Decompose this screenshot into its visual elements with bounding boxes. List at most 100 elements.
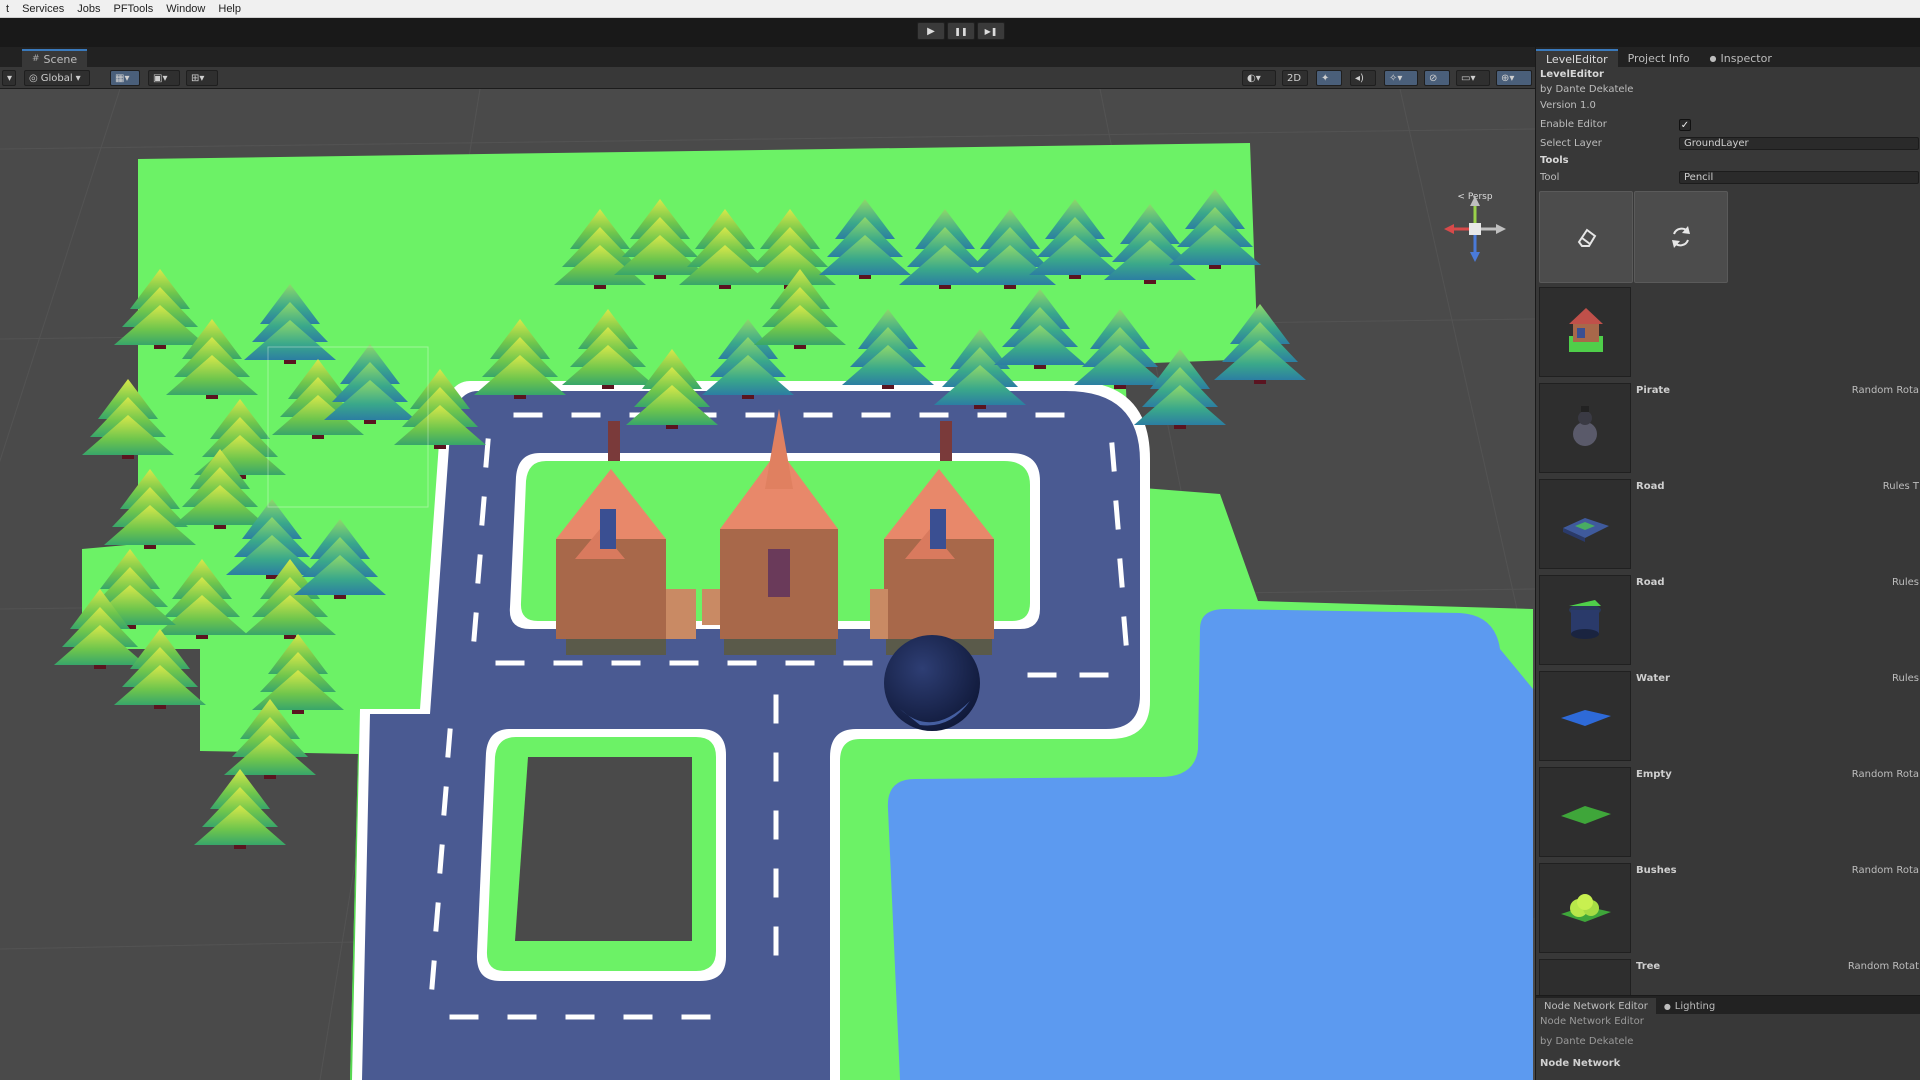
asset-name: Empty (1636, 769, 1672, 780)
asset-name: Road (1636, 481, 1665, 492)
asset-row-road-bin[interactable]: Road Rules (1536, 575, 1920, 671)
pause-icon: ❚❚ (954, 26, 968, 36)
node-network-tab-bar: Node Network Editor ● Lighting (1536, 996, 1920, 1014)
tool-dropdown[interactable]: Pencil (1679, 171, 1919, 184)
tool-dropdown-left[interactable]: ▾ (2, 70, 16, 86)
tab-project-info[interactable]: Project Info (1618, 49, 1700, 67)
camera-dropdown[interactable]: ▭▾ (1456, 70, 1490, 86)
audio-toggle-button[interactable]: ◂) (1350, 70, 1376, 86)
asset-name: Tree (1636, 961, 1661, 972)
play-icon: ▶ (927, 25, 935, 37)
square-hole (515, 757, 692, 941)
asset-thumb-water[interactable] (1539, 671, 1631, 761)
tab-inspector[interactable]: ● Inspector (1700, 49, 1782, 67)
enable-editor-label: Enable Editor (1540, 119, 1607, 130)
eraser-tool-button[interactable] (1539, 191, 1633, 283)
asset-thumb-road-bin[interactable] (1539, 575, 1631, 665)
node-network-author: by Dante Dekatele (1540, 1036, 1634, 1047)
scene-render (0, 89, 1535, 1080)
scene-icon: # (32, 54, 40, 64)
node-network-title: Node Network Editor (1540, 1016, 1644, 1027)
asset-thumb-bush[interactable] (1539, 863, 1631, 953)
menu-item-services[interactable]: Services (22, 3, 64, 15)
asset-option[interactable]: Random Rota (1852, 385, 1919, 396)
level-editor-panel: LevelEditor Project Info ● Inspector Lev… (1535, 47, 1920, 1027)
tab-level-editor[interactable]: LevelEditor (1536, 49, 1618, 67)
pivot-dropdown[interactable]: ◎ Global ▾ (24, 70, 90, 86)
tab-node-network-label: Node Network Editor (1544, 1000, 1648, 1012)
check-icon: ✓ (1680, 119, 1690, 131)
tab-lighting[interactable]: ● Lighting (1656, 998, 1723, 1014)
orientation-gizmo[interactable]: < Persp (1440, 192, 1510, 279)
asset-name: Water (1636, 673, 1670, 684)
asset-thumb-road-flat[interactable] (1539, 479, 1631, 569)
select-layer-label: Select Layer (1540, 138, 1602, 149)
chevron-down-icon: ▾ (75, 72, 81, 84)
scene-viewport[interactable]: < Persp (0, 89, 1535, 1080)
rotate-tool-button[interactable] (1634, 191, 1728, 283)
tab-scene-label: Scene (43, 52, 78, 66)
hidden-objects-button[interactable]: ⊘ (1424, 70, 1450, 86)
asset-option[interactable]: Rules (1892, 577, 1919, 588)
tool-label: Tool (1540, 172, 1560, 183)
node-network-panel: Node Network Editor ● Lighting Node Netw… (1535, 995, 1920, 1080)
effects-dropdown[interactable]: ✧▾ (1384, 70, 1418, 86)
tab-inspector-label: Inspector (1720, 51, 1772, 65)
tree (194, 769, 286, 849)
node-network-section: Node Network (1540, 1058, 1621, 1069)
rotate-icon (1672, 226, 1690, 248)
eraser-icon (1577, 228, 1597, 247)
editor-version: Version 1.0 (1540, 100, 1596, 111)
pirate-ball (884, 635, 980, 731)
tab-node-network-editor[interactable]: Node Network Editor (1536, 998, 1656, 1014)
asset-row-road-flat[interactable]: Road Rules T (1536, 479, 1920, 575)
grid-snap-button[interactable]: ▦▾ (110, 70, 140, 86)
asset-row-house[interactable] (1536, 287, 1920, 383)
asset-row-water[interactable]: Water Rules (1536, 671, 1920, 767)
asset-thumb-pirate[interactable] (1539, 383, 1631, 473)
asset-option[interactable]: Random Rota (1852, 865, 1919, 876)
lightbulb-icon: ● (1663, 1001, 1671, 1011)
tab-lighting-label: Lighting (1674, 1000, 1716, 1012)
menu-item-partial[interactable]: t (6, 3, 9, 15)
menu-bar: t Services Jobs PFTools Window Help (0, 0, 1920, 18)
select-layer-dropdown[interactable]: GroundLayer (1679, 137, 1919, 150)
2d-toggle-button[interactable]: 2D (1282, 70, 1308, 86)
inspector-tab-bar: LevelEditor Project Info ● Inspector (1536, 47, 1920, 67)
asset-row-bush[interactable]: Bushes Random Rota (1536, 863, 1920, 959)
play-button[interactable]: ▶ (917, 22, 945, 40)
editor-title: LevelEditor (1540, 69, 1604, 80)
asset-option[interactable]: Rules T (1883, 481, 1919, 492)
asset-name: Bushes (1636, 865, 1677, 876)
playback-controls: ▶ ❚❚ ▶❚ (917, 22, 1005, 40)
scene-tab-bar: # Scene (0, 47, 1535, 67)
asset-row-pirate[interactable]: Pirate Random Rota (1536, 383, 1920, 479)
gizmos-dropdown[interactable]: ⊕▾ (1496, 70, 1532, 86)
editor-author: by Dante Dekatele (1540, 84, 1634, 95)
enable-editor-checkbox[interactable]: ✓ (1679, 119, 1691, 131)
asset-option[interactable]: Random Rota (1852, 769, 1919, 780)
menu-item-help[interactable]: Help (218, 3, 241, 15)
info-icon: ● (1709, 53, 1717, 63)
menu-item-jobs[interactable]: Jobs (77, 3, 100, 15)
tools-header: Tools (1540, 155, 1569, 166)
pause-button[interactable]: ❚❚ (947, 22, 975, 40)
step-button[interactable]: ▶❚ (977, 22, 1005, 40)
asset-thumb-grass[interactable] (1539, 767, 1631, 857)
asset-palette: Pirate Random Rota Road Rules T Road Rul… (1536, 287, 1920, 1027)
menu-item-window[interactable]: Window (166, 3, 205, 15)
menu-item-pftools[interactable]: PFTools (114, 3, 154, 15)
snap-increment-button[interactable]: ▣▾ (148, 70, 180, 86)
asset-row-grass[interactable]: Empty Random Rota (1536, 767, 1920, 863)
asset-option[interactable]: Random Rotat (1848, 961, 1919, 972)
pivot-label: Global (40, 72, 73, 84)
tab-project-info-label: Project Info (1627, 51, 1690, 65)
asset-option[interactable]: Rules (1892, 673, 1919, 684)
grid-plane-button[interactable]: ⊞▾ (186, 70, 218, 86)
tab-scene[interactable]: # Scene (22, 49, 88, 67)
draw-mode-dropdown[interactable]: ◐▾ (1242, 70, 1276, 86)
asset-thumb-house[interactable] (1539, 287, 1631, 377)
asset-name: Road (1636, 577, 1665, 588)
step-icon: ▶❚ (984, 26, 998, 36)
lighting-toggle-button[interactable]: ✦ (1316, 70, 1342, 86)
